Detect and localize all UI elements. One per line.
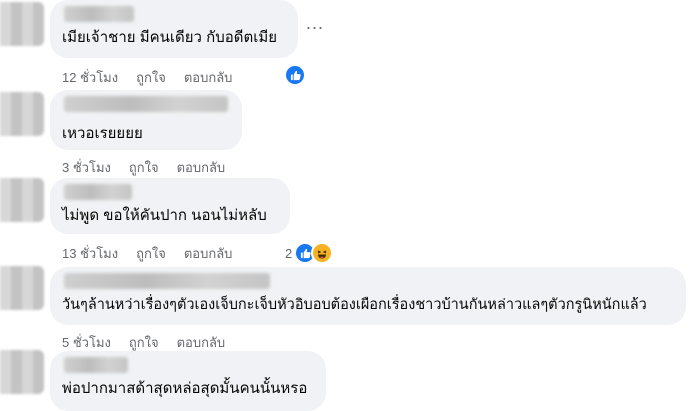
comment-timestamp[interactable]: 5 ชั่วโมง xyxy=(62,332,111,353)
avatar[interactable] xyxy=(0,266,44,310)
reply-button[interactable]: ตอบกลับ xyxy=(184,67,233,88)
commenter-name[interactable] xyxy=(64,6,134,22)
comment-bubble: ไม่พูด ขอให้คันปาก นอนไม่หลับ xyxy=(50,178,290,234)
like-button[interactable]: ถูกใจ xyxy=(129,157,159,178)
comment-bubble: วันๆล้านหว่าเรื่องๆตัวเองเจ็บกะเจ็บหัวอิ… xyxy=(50,267,686,325)
avatar[interactable] xyxy=(0,350,44,394)
commenter-name[interactable] xyxy=(64,357,128,373)
comment-timestamp[interactable]: 3 ชั่วโมง xyxy=(62,157,111,178)
commenter-name[interactable] xyxy=(64,184,132,200)
comment-text: ไม่พูด ขอให้คันปาก นอนไม่หลับ xyxy=(62,207,267,224)
comment-bubble: เหวอเรยยยย xyxy=(50,90,242,150)
reaction-count: 2 xyxy=(285,245,293,261)
comment-meta: 13 ชั่วโมง ถูกใจ ตอบกลับ xyxy=(62,243,250,264)
like-button[interactable]: ถูกใจ xyxy=(136,67,166,88)
like-button[interactable]: ถูกใจ xyxy=(136,243,166,264)
comment-meta: 12 ชั่วโมง ถูกใจ ตอบกลับ xyxy=(62,67,250,88)
more-options-button[interactable]: ... xyxy=(306,14,324,32)
reply-button[interactable]: ตอบกลับ xyxy=(184,243,233,264)
reaction-summary[interactable]: 2 xyxy=(285,242,334,264)
comment-bubble: พ่อปากมาสด้าสุดหล่อสุดมั้นคนนั้นหรอ xyxy=(50,351,326,411)
commenter-name[interactable] xyxy=(64,96,228,112)
avatar[interactable] xyxy=(0,178,44,222)
commenter-name[interactable] xyxy=(64,273,270,289)
comment-meta: 5 ชั่วโมง ถูกใจ ตอบกลับ xyxy=(62,332,243,353)
avatar[interactable] xyxy=(0,2,44,46)
like-icon xyxy=(284,64,306,86)
reply-button[interactable]: ตอบกลับ xyxy=(177,157,226,178)
comment-meta: 3 ชั่วโมง ถูกใจ ตอบกลับ xyxy=(62,157,243,178)
avatar[interactable] xyxy=(0,92,44,136)
reaction-summary[interactable] xyxy=(284,64,306,86)
comment-timestamp[interactable]: 12 ชั่วโมง xyxy=(62,67,118,88)
like-button[interactable]: ถูกใจ xyxy=(129,332,159,353)
comment-text: เหวอเรยยยย xyxy=(62,125,143,142)
comment-timestamp[interactable]: 13 ชั่วโมง xyxy=(62,243,118,264)
haha-icon xyxy=(311,242,334,264)
comment-text: เมียเจ้าชาย มีคนเดียว กับอดีตเมีย xyxy=(62,29,278,46)
comment-text: วันๆล้านหว่าเรื่องๆตัวเองเจ็บกะเจ็บหัวอิ… xyxy=(62,297,647,313)
comment-bubble: เมียเจ้าชาย มีคนเดียว กับอดีตเมีย xyxy=(50,0,298,58)
comment-text: พ่อปากมาสด้าสุดหล่อสุดมั้นคนนั้นหรอ xyxy=(62,380,308,397)
reply-button[interactable]: ตอบกลับ xyxy=(177,332,226,353)
